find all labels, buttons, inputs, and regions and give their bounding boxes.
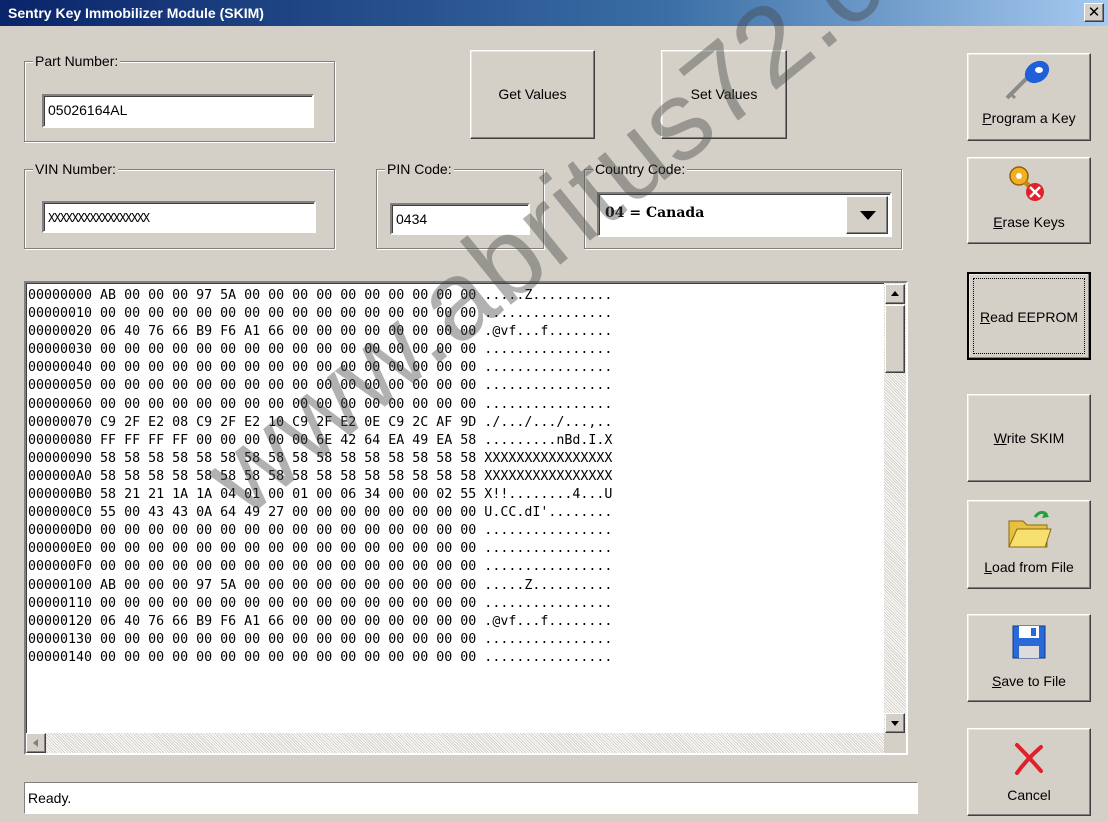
part-number-field[interactable]: 05026164AL [42, 94, 314, 128]
write-skim-button[interactable]: Write SKIM [967, 394, 1091, 482]
read-eeprom-label: Read EEPROM [979, 309, 1079, 325]
country-code-group: Country Code: 04 = Canada [584, 161, 902, 249]
program-key-label: Program a Key [982, 110, 1076, 126]
close-button[interactable]: ✕ [1084, 3, 1104, 22]
window-title: Sentry Key Immobilizer Module (SKIM) [8, 5, 264, 21]
key-icon [1005, 60, 1050, 100]
hex-dump-row: 000000C0 55 00 43 43 0A 64 49 27 00 00 0… [28, 505, 613, 521]
floppy-disk-icon [1012, 625, 1046, 659]
vin-number-label: VIN Number: [33, 161, 118, 177]
hex-dump-row: 00000130 00 00 00 00 00 00 00 00 00 00 0… [28, 631, 613, 647]
load-from-file-label: Load from File [984, 559, 1074, 575]
hex-dump-row: 00000070 C9 2F E2 08 C9 2F E2 10 C9 2F E… [28, 414, 613, 430]
hex-dump-row: 000000B0 58 21 21 1A 1A 04 01 00 01 00 0… [28, 487, 613, 503]
hex-dump-view[interactable]: 00000000 AB 00 00 00 97 5A 00 00 00 00 0… [24, 281, 908, 755]
scroll-down-button[interactable] [885, 713, 905, 733]
status-bar: Ready. [24, 782, 918, 814]
hex-dump-row: 00000020 06 40 76 66 B9 F6 A1 66 00 00 0… [28, 324, 613, 340]
country-code-label: Country Code: [593, 161, 688, 177]
part-number-group: Part Number: 05026164AL [24, 53, 335, 142]
cancel-button[interactable]: Cancel [967, 728, 1091, 816]
program-key-button[interactable]: Program a Key [967, 53, 1091, 141]
folder-open-icon [1008, 510, 1052, 548]
save-to-file-button[interactable]: Save to File [967, 614, 1091, 702]
erase-keys-icon [1009, 166, 1044, 201]
get-values-button[interactable]: Get Values [470, 50, 595, 139]
scroll-up-button[interactable] [885, 284, 905, 304]
chevron-down-icon[interactable] [846, 196, 888, 234]
hex-dump-row: 00000050 00 00 00 00 00 00 00 00 00 00 0… [28, 378, 613, 394]
pin-code-group: PIN Code: 0434 [376, 161, 544, 249]
hex-dump-row: 00000010 00 00 00 00 00 00 00 00 00 00 0… [28, 306, 613, 322]
read-eeprom-button[interactable]: Read EEPROM [967, 272, 1091, 360]
hex-dump-row: 00000040 00 00 00 00 00 00 00 00 00 00 0… [28, 360, 613, 376]
close-icon: ✕ [1087, 4, 1101, 21]
set-values-label: Set Values [690, 86, 758, 102]
vin-number-group: VIN Number: XXXXXXXXXXXXXXXXX [24, 161, 335, 249]
window-titlebar: Sentry Key Immobilizer Module (SKIM) ✕ [0, 0, 1108, 26]
hex-dump-row: 00000080 FF FF FF FF 00 00 00 00 00 6E 4… [28, 432, 613, 448]
hex-dump-row: 000000A0 58 58 58 58 58 58 58 58 58 58 5… [28, 468, 613, 484]
hex-dump-row: 00000120 06 40 76 66 B9 F6 A1 66 00 00 0… [28, 613, 613, 629]
get-values-label: Get Values [498, 86, 567, 102]
vertical-scrollbar[interactable] [884, 283, 906, 733]
cancel-label: Cancel [1007, 787, 1051, 803]
set-values-button[interactable]: Set Values [661, 50, 787, 139]
country-code-value: 04 = Canada [605, 205, 705, 221]
hex-dump-row: 000000E0 00 00 00 00 00 00 00 00 00 00 0… [28, 541, 613, 557]
hex-dump-lines: 00000000 AB 00 00 00 97 5A 00 00 00 00 0… [28, 287, 612, 667]
part-number-label: Part Number: [33, 53, 121, 69]
scroll-corner [884, 733, 906, 753]
erase-keys-button[interactable]: Erase Keys [967, 157, 1091, 244]
hex-dump-row: 00000140 00 00 00 00 00 00 00 00 00 00 0… [28, 649, 613, 665]
country-code-select[interactable]: 04 = Canada [597, 192, 892, 237]
horizontal-scrollbar[interactable] [26, 733, 906, 753]
hex-dump-row: 000000F0 00 00 00 00 00 00 00 00 00 00 0… [28, 559, 613, 575]
scroll-left-button[interactable] [26, 733, 46, 753]
write-skim-label: Write SKIM [993, 430, 1065, 446]
vin-number-field[interactable]: XXXXXXXXXXXXXXXXX [42, 201, 316, 233]
pin-code-label: PIN Code: [385, 161, 454, 177]
hex-dump-row: 00000030 00 00 00 00 00 00 00 00 00 00 0… [28, 342, 613, 358]
load-from-file-button[interactable]: Load from File [967, 500, 1091, 589]
hex-dump-row: 00000060 00 00 00 00 00 00 00 00 00 00 0… [28, 396, 613, 412]
erase-keys-label: Erase Keys [993, 214, 1065, 230]
hex-dump-row: 00000110 00 00 00 00 00 00 00 00 00 00 0… [28, 595, 613, 611]
hex-dump-row: 00000000 AB 00 00 00 97 5A 00 00 00 00 0… [28, 288, 613, 303]
pin-code-field[interactable]: 0434 [390, 203, 530, 235]
vertical-scroll-thumb[interactable] [885, 305, 905, 373]
hex-dump-row: 000000D0 00 00 00 00 00 00 00 00 00 00 0… [28, 523, 613, 539]
hex-dump-row: 00000100 AB 00 00 00 97 5A 00 00 00 00 0… [28, 577, 613, 593]
hex-dump-row: 00000090 58 58 58 58 58 58 58 58 58 58 5… [28, 450, 613, 466]
save-to-file-label: Save to File [992, 673, 1066, 689]
cancel-x-icon [1015, 743, 1043, 775]
